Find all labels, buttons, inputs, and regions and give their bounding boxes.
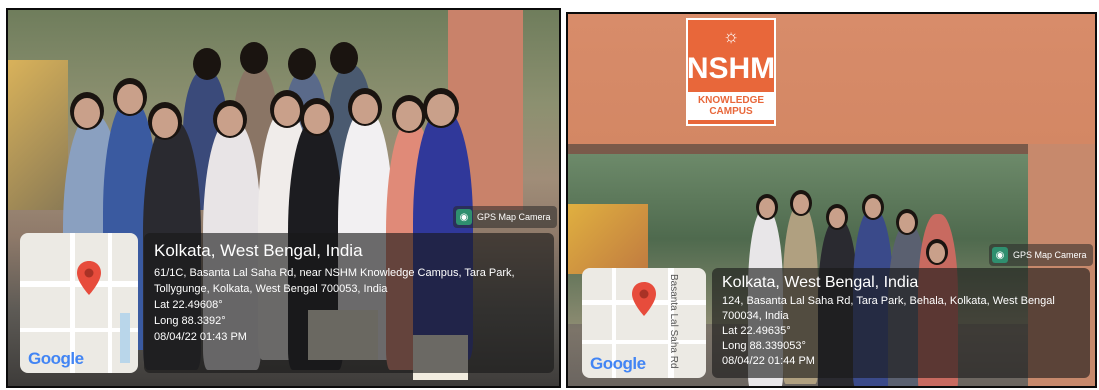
location-info-card: Kolkata, West Bengal, India 124, Basanta… <box>712 268 1090 378</box>
face <box>396 101 422 131</box>
location-title: Kolkata, West Bengal, India <box>154 241 363 260</box>
face <box>759 198 775 218</box>
sign-subtitle-line-1: KNOWLEDGE <box>697 95 765 106</box>
face <box>865 198 881 218</box>
camera-icon: ◉ <box>456 209 472 225</box>
longitude: Long 88.339053° <box>722 340 806 352</box>
face <box>274 96 300 126</box>
longitude: Long 88.3392° <box>154 315 226 327</box>
timestamp: 08/04/22 01:43 PM <box>154 331 247 343</box>
face <box>74 98 100 128</box>
nshm-campus-sign: ☼ NSHM KNOWLEDGE CAMPUS <box>686 18 776 126</box>
face <box>304 104 330 134</box>
latitude: Lat 22.49635° <box>722 325 791 337</box>
location-address: 61/1C, Basanta Lal Saha Rd, near NSHM Kn… <box>154 267 515 295</box>
latitude: Lat 22.49608° <box>154 299 223 311</box>
group-photo-right: ☼ NSHM KNOWLEDGE CAMPUS ◉ GPS Map Camera… <box>566 12 1097 388</box>
head <box>193 48 221 80</box>
google-wordmark: Google <box>590 354 646 373</box>
building-ledge <box>568 144 1095 154</box>
gps-badge-label: GPS Map Camera <box>1013 250 1087 260</box>
google-wordmark: Google <box>28 349 84 368</box>
head <box>240 42 268 74</box>
street-name-label: Basanta Lal Saha Rd <box>668 274 679 369</box>
location-pin-icon <box>632 282 656 316</box>
map-thumbnail: Basanta Lal Saha Rd Google <box>582 268 706 378</box>
sun-logo-icon: ☼ <box>722 26 740 46</box>
location-address: 124, Basanta Lal Saha Rd, Tara Park, Beh… <box>722 295 1055 322</box>
sign-subtitle: KNOWLEDGE CAMPUS <box>688 92 774 120</box>
face <box>352 94 378 124</box>
map-water <box>120 313 130 363</box>
face <box>152 108 178 138</box>
gps-badge-label: GPS Map Camera <box>477 212 551 222</box>
camera-icon: ◉ <box>992 247 1008 263</box>
location-info-card: Kolkata, West Bengal, India 61/1C, Basan… <box>144 233 554 373</box>
timestamp: 08/04/22 01:44 PM <box>722 355 815 367</box>
map-thumbnail: Google <box>20 233 138 373</box>
google-logo: Google <box>590 354 646 374</box>
face <box>899 213 915 233</box>
gps-map-camera-badge: ◉ GPS Map Camera <box>989 244 1093 266</box>
google-logo: Google <box>28 349 84 369</box>
face <box>929 243 945 263</box>
patterned-wall <box>568 204 648 274</box>
head <box>288 48 316 80</box>
map-road <box>582 340 706 344</box>
sign-title: NSHM <box>686 52 776 85</box>
face <box>117 84 143 114</box>
location-pin-icon <box>77 261 101 295</box>
map-road <box>108 233 112 373</box>
face <box>427 94 455 126</box>
face <box>793 194 809 214</box>
gps-map-camera-badge: ◉ GPS Map Camera <box>453 206 557 228</box>
group-photo-left: ◉ GPS Map Camera Google Kolkata, West Be… <box>6 8 561 388</box>
patterned-wall <box>8 60 68 210</box>
face <box>829 208 845 228</box>
sign-subtitle-line-2: CAMPUS <box>709 106 753 117</box>
head <box>330 42 358 74</box>
face <box>217 106 243 136</box>
location-title: Kolkata, West Bengal, India <box>722 274 919 291</box>
